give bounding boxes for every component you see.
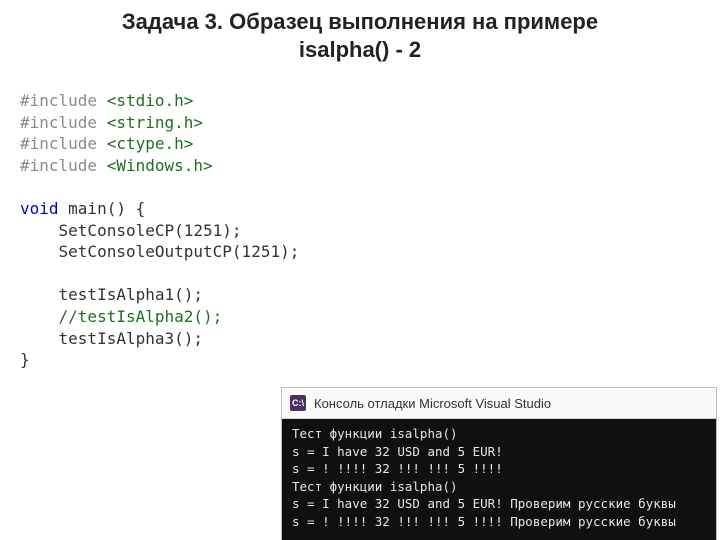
code-comment-line: //testIsAlpha2(); bbox=[20, 307, 222, 326]
slide-title-line2: isalpha() - 2 bbox=[299, 37, 421, 62]
code-include: #include bbox=[20, 134, 97, 153]
slide-title-line1: Задача 3. Образец выполнения на примере bbox=[122, 9, 598, 34]
slide-title: Задача 3. Образец выполнения на примере … bbox=[0, 8, 720, 63]
code-line: SetConsoleCP(1251); bbox=[20, 221, 242, 240]
code-line: testIsAlpha3(); bbox=[20, 329, 203, 348]
code-keyword-void: void bbox=[20, 199, 59, 218]
code-main-sig: main() { bbox=[59, 199, 146, 218]
code-include-header: <Windows.h> bbox=[107, 156, 213, 175]
code-include: #include bbox=[20, 113, 97, 132]
code-include-header: <stdio.h> bbox=[107, 91, 194, 110]
console-line: Тест функции isalpha() bbox=[292, 479, 458, 494]
code-line: testIsAlpha1(); bbox=[20, 285, 203, 304]
console-window: C:\ Консоль отладки Microsoft Visual Stu… bbox=[282, 388, 716, 540]
console-line: s = I have 32 USD and 5 EUR! Проверим ру… bbox=[292, 496, 676, 511]
code-include-header: <string.h> bbox=[107, 113, 203, 132]
code-block: #include <stdio.h> #include <string.h> #… bbox=[20, 90, 299, 371]
console-icon: C:\ bbox=[290, 395, 306, 411]
console-line: s = ! !!!! 32 !!! !!! 5 !!!! bbox=[292, 461, 503, 476]
console-title: Консоль отладки Microsoft Visual Studio bbox=[314, 396, 551, 411]
code-line: SetConsoleOutputCP(1251); bbox=[20, 242, 299, 261]
console-line: s = I have 32 USD and 5 EUR! bbox=[292, 444, 503, 459]
console-output: Тест функции isalpha() s = I have 32 USD… bbox=[282, 419, 716, 540]
code-include: #include bbox=[20, 91, 97, 110]
code-include: #include bbox=[20, 156, 97, 175]
console-line: s = ! !!!! 32 !!! !!! 5 !!!! Проверим ру… bbox=[292, 514, 676, 529]
code-include-header: <ctype.h> bbox=[107, 134, 194, 153]
code-line: } bbox=[20, 350, 30, 369]
console-titlebar: C:\ Консоль отладки Microsoft Visual Stu… bbox=[282, 388, 716, 419]
console-line: Тест функции isalpha() bbox=[292, 426, 458, 441]
